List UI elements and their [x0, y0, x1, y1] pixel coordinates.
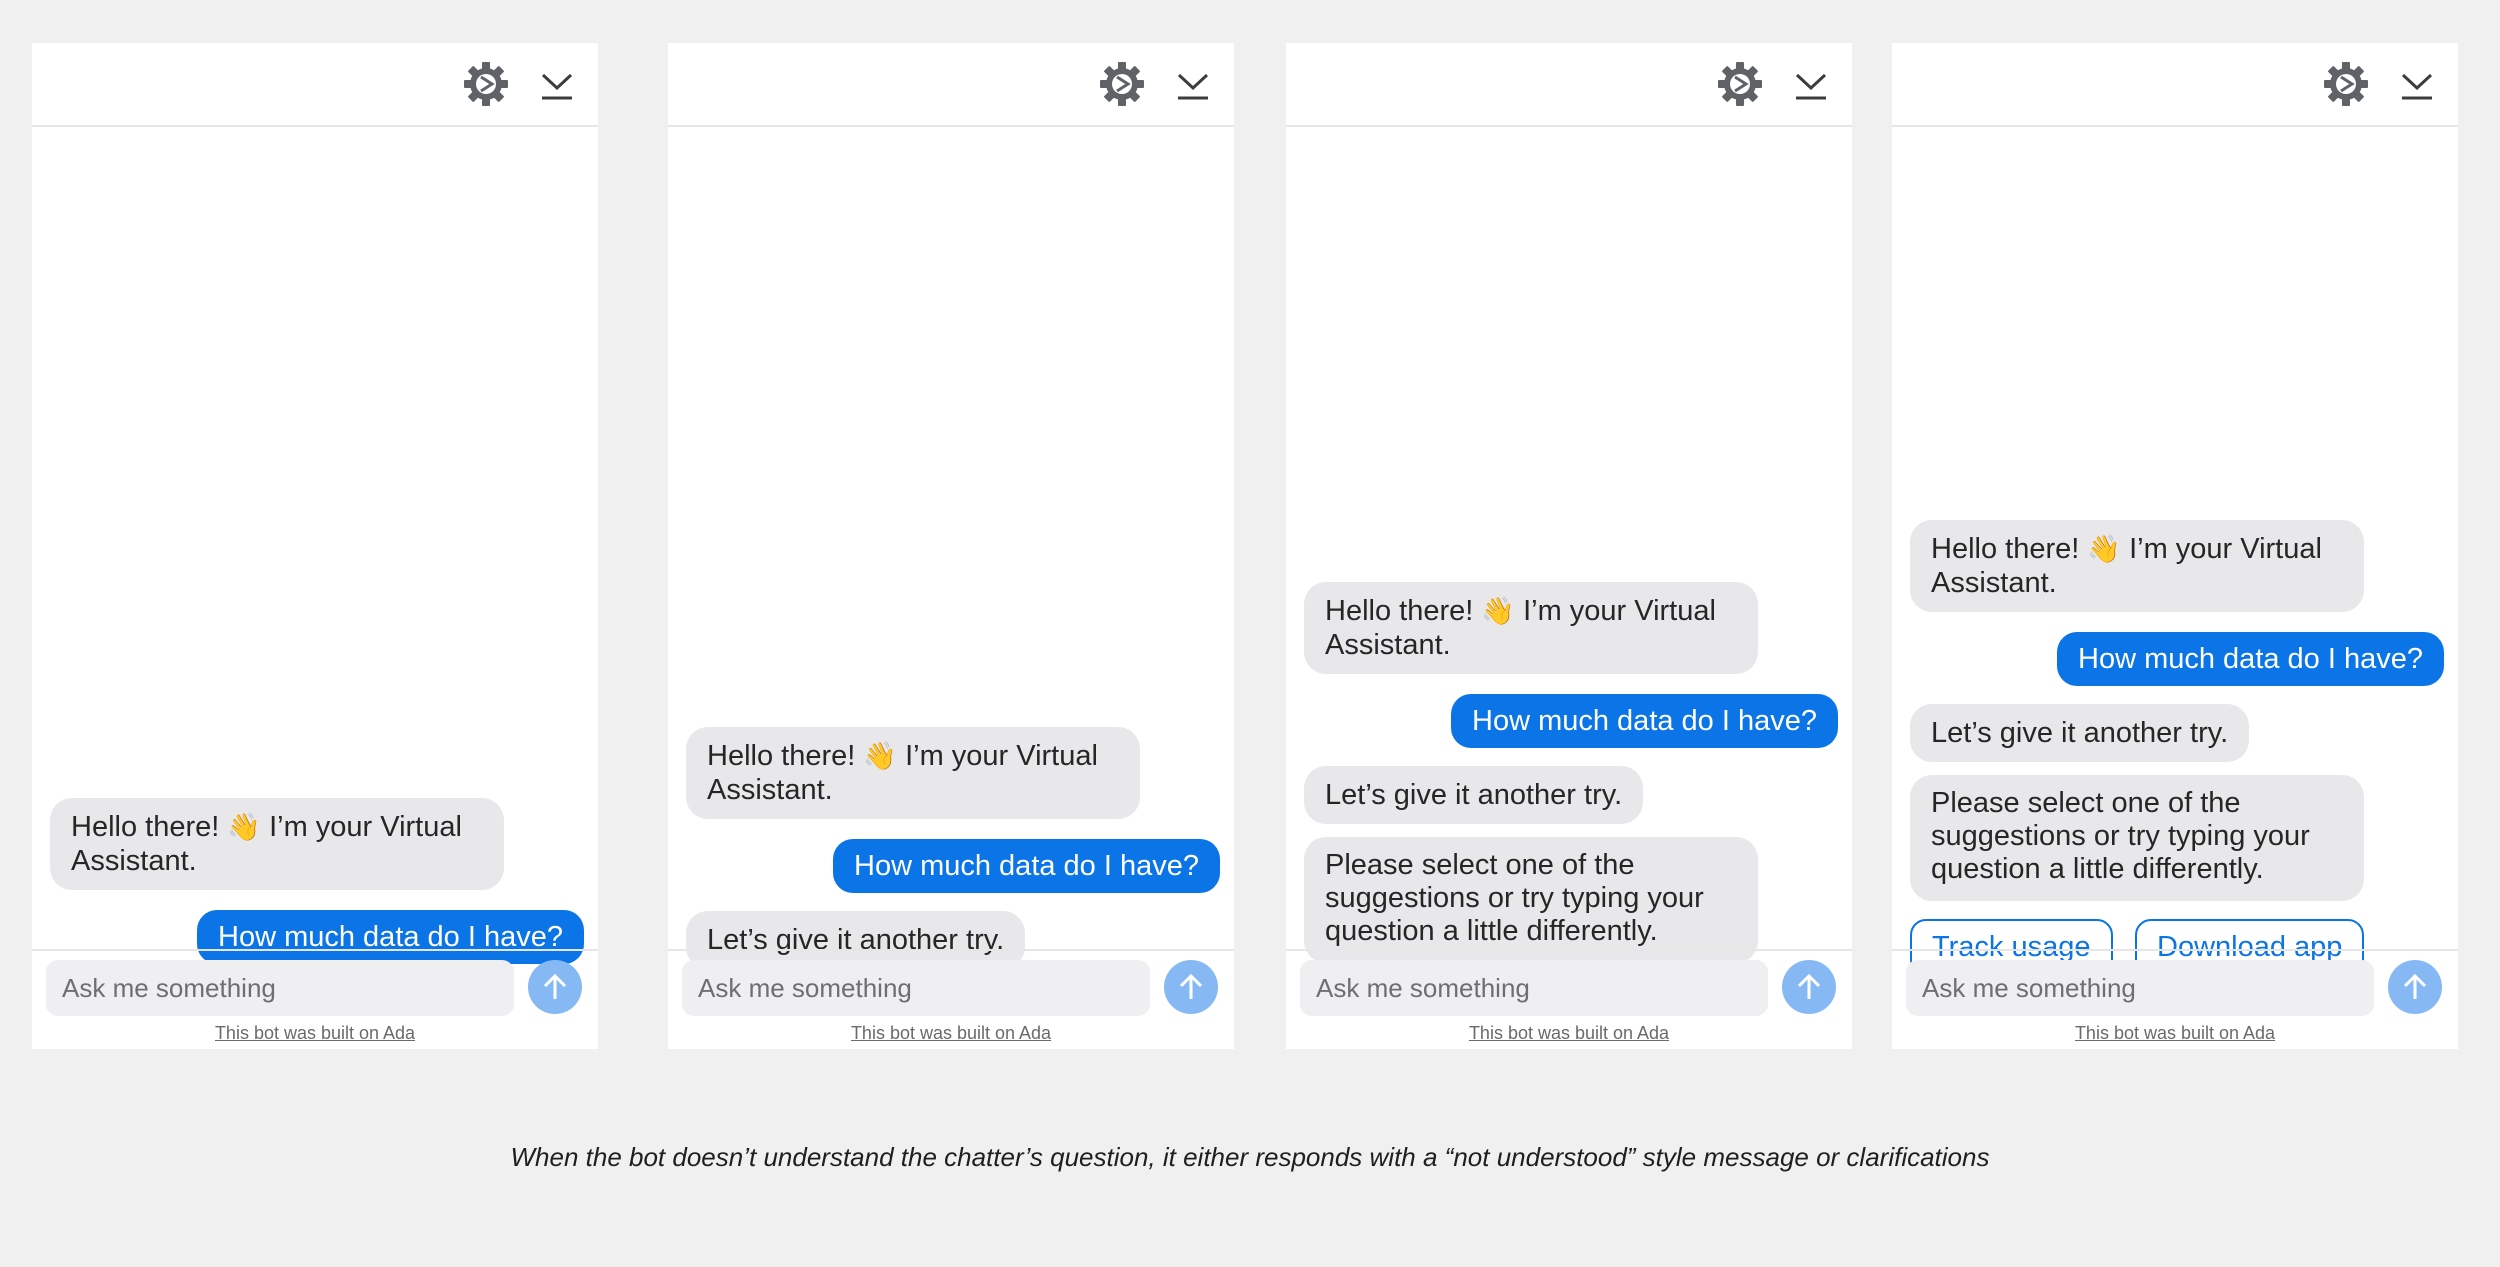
arrow-up-icon [543, 973, 567, 999]
divider [1286, 949, 1852, 951]
chat-panel-2: Hello there! 👋 I’m your Virtual Assistan… [668, 43, 1234, 1049]
figure-caption: When the bot doesn’t understand the chat… [510, 1142, 1990, 1172]
user-message: How much data do I have? [1451, 694, 1838, 748]
waving-hand-emoji: 👋 [227, 812, 261, 842]
bot-message: Hello there! 👋 I’m your Virtual Assistan… [1910, 520, 2364, 612]
send-button[interactable] [1782, 960, 1836, 1014]
message-input[interactable] [682, 960, 1150, 1016]
message-list: Hello there! 👋 I’m your Virtual Assistan… [1286, 127, 1852, 963]
chevron-down-icon[interactable] [540, 67, 574, 101]
gear-icon[interactable] [1098, 60, 1146, 108]
ada-credit-link[interactable]: This bot was built on Ada [1892, 1023, 2458, 1044]
chat-header [1892, 43, 2458, 127]
arrow-up-icon [1797, 973, 1821, 999]
divider [668, 949, 1234, 951]
chat-panel-1: Hello there! 👋 I’m your Virtual Assistan… [32, 43, 598, 1049]
message-list: Hello there! 👋 I’m your Virtual Assistan… [668, 127, 1234, 969]
chevron-down-icon[interactable] [1176, 67, 1210, 101]
arrow-up-icon [1179, 973, 1203, 999]
chat-header [668, 43, 1234, 127]
bot-message: Let’s give it another try. [1910, 704, 2250, 762]
chat-header [32, 43, 598, 127]
message-input[interactable] [46, 960, 514, 1016]
gear-icon[interactable] [1716, 60, 1764, 108]
user-message: How much data do I have? [833, 839, 1220, 893]
waving-hand-emoji: 👋 [1481, 596, 1515, 626]
gear-icon[interactable] [462, 60, 510, 108]
user-message: How much data do I have? [2057, 632, 2444, 686]
send-button[interactable] [2388, 960, 2442, 1014]
chat-panel-3: Hello there! 👋 I’m your Virtual Assistan… [1286, 43, 1852, 1049]
bot-message: Please select one of the suggestions or … [1304, 837, 1758, 963]
message-list: Hello there! 👋 I’m your Virtual Assistan… [32, 127, 598, 964]
bot-message: Hello there! 👋 I’m your Virtual Assistan… [686, 727, 1140, 819]
user-message: How much data do I have? [197, 910, 584, 964]
arrow-up-icon [2403, 973, 2427, 999]
chevron-down-icon[interactable] [1794, 67, 1828, 101]
chevron-down-icon[interactable] [2400, 67, 2434, 101]
ada-credit-link[interactable]: This bot was built on Ada [668, 1023, 1234, 1044]
send-button[interactable] [528, 960, 582, 1014]
gear-icon[interactable] [2322, 60, 2370, 108]
waving-hand-emoji: 👋 [863, 741, 897, 771]
message-input[interactable] [1906, 960, 2374, 1016]
bot-message: Hello there! 👋 I’m your Virtual Assistan… [1304, 582, 1758, 674]
chat-panel-4: Hello there! 👋 I’m your Virtual Assistan… [1892, 43, 2458, 1049]
message-input[interactable] [1300, 960, 1768, 1016]
message-list: Hello there! 👋 I’m your Virtual Assistan… [1892, 127, 2458, 976]
waving-hand-emoji: 👋 [2087, 534, 2121, 564]
divider [32, 949, 598, 951]
bot-message: Hello there! 👋 I’m your Virtual Assistan… [50, 798, 504, 890]
ada-credit-link[interactable]: This bot was built on Ada [1286, 1023, 1852, 1044]
ada-credit-link[interactable]: This bot was built on Ada [32, 1023, 598, 1044]
send-button[interactable] [1164, 960, 1218, 1014]
chat-header [1286, 43, 1852, 127]
bot-message: Please select one of the suggestions or … [1910, 775, 2364, 901]
bot-message: Let’s give it another try. [1304, 766, 1644, 824]
divider [1892, 949, 2458, 951]
